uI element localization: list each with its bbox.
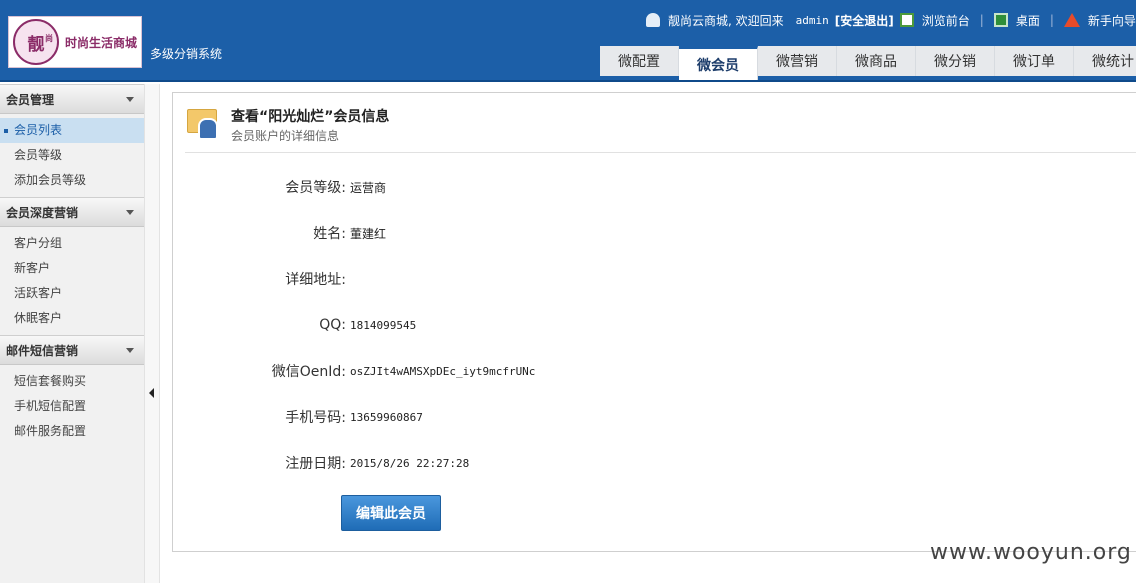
sidebar-group-deep-marketing[interactable]: 会员深度营销 (0, 197, 144, 227)
flag-icon (1063, 13, 1080, 27)
main-tabs: 微配置 微会员 微营销 微商品 微分销 微订单 微统计 (600, 46, 1136, 80)
field-register-date: 注册日期: 2015/8/26 22:27:28 (253, 454, 469, 472)
chevron-down-icon (126, 347, 134, 353)
logo-badge-text: 靓 (27, 34, 45, 55)
sidebar-group-email-sms[interactable]: 邮件短信营销 (0, 335, 144, 365)
chevron-down-icon (126, 96, 134, 102)
logo-badge-icon: 靓 尚 (13, 19, 59, 65)
watermark: www.wooyun.org (930, 540, 1132, 565)
page-title: 查看“阳光灿烂”会员信息 (231, 109, 390, 125)
sidebar-item-member-levels[interactable]: 会员等级 (0, 143, 144, 168)
separator: | (979, 13, 984, 27)
front-link[interactable]: 浏览前台 (922, 12, 970, 29)
desktop-link[interactable]: 桌面 (1016, 12, 1040, 29)
monitor-icon (993, 13, 1008, 27)
app-header: 靓 尚 时尚生活商城 多级分销系统 靓尚云商城, 欢迎回来 admin [安全退… (0, 0, 1136, 82)
field-value: 董建红 (350, 226, 387, 241)
newbie-link[interactable]: 新手向导 (1088, 12, 1136, 29)
folder-user-icon (187, 109, 218, 140)
field-label: 手机号码: (285, 410, 346, 426)
field-value: 运营商 (350, 180, 387, 195)
tab-products[interactable]: 微商品 (837, 46, 916, 76)
tab-distribution[interactable]: 微分销 (916, 46, 995, 76)
field-label: 会员等级: (285, 180, 346, 196)
sidebar-item-sms-config[interactable]: 手机短信配置 (0, 394, 144, 419)
chevron-down-icon (126, 209, 134, 215)
system-subtitle: 多级分销系统 (150, 47, 223, 61)
sidebar-group-title: 邮件短信营销 (6, 343, 79, 358)
sidebar-group-title: 会员管理 (6, 92, 55, 107)
member-detail-panel: 查看“阳光灿烂”会员信息 会员账户的详细信息 会员等级: 运营商 姓名: 董建红… (172, 92, 1136, 552)
edit-member-button[interactable]: 编辑此会员 (341, 495, 441, 531)
sidebar-item-email-config[interactable]: 邮件服务配置 (0, 419, 144, 444)
field-wechat-openid: 微信OenId: osZJIt4wAMSXpDEc_iyt9mcfrUNc (253, 362, 536, 380)
separator: | (1049, 13, 1054, 27)
field-member-level: 会员等级: 运营商 (253, 178, 386, 196)
sidebar-group-member-management[interactable]: 会员管理 (0, 84, 144, 114)
username: admin (795, 13, 829, 27)
page-subtitle: 会员账户的详细信息 (231, 129, 340, 143)
sidebar-item-member-list[interactable]: 会员列表 (0, 118, 144, 143)
field-phone: 手机号码: 13659960867 (253, 408, 423, 426)
sidebar-item-sms-package[interactable]: 短信套餐购买 (0, 369, 144, 394)
tab-orders[interactable]: 微订单 (995, 46, 1074, 76)
field-name: 姓名: 董建红 (253, 224, 386, 242)
tab-stats[interactable]: 微统计 (1074, 46, 1136, 76)
sidebar-item-add-member-level[interactable]: 添加会员等级 (0, 168, 144, 193)
browser-icon (899, 13, 914, 27)
divider (185, 152, 1136, 153)
field-label: 微信OenId: (271, 364, 346, 380)
field-value: osZJIt4wAMSXpDEc_iyt9mcfrUNc (350, 364, 536, 378)
collapse-left-icon[interactable] (149, 388, 154, 398)
sidebar-group-title: 会员深度营销 (6, 205, 79, 220)
field-address: 详细地址: (253, 270, 350, 288)
field-value: 1814099545 (350, 318, 417, 332)
sidebar-item-customer-groups[interactable]: 客户分组 (0, 231, 144, 256)
top-toolbar: 靓尚云商城, 欢迎回来 admin [安全退出] 浏览前台 | 桌面 | 新手向… (646, 11, 1136, 29)
tab-members[interactable]: 微会员 (679, 46, 758, 80)
field-value: 2015/8/26 22:27:28 (350, 456, 470, 470)
field-label: 详细地址: (285, 272, 346, 288)
field-label: QQ: (319, 317, 346, 333)
sidebar-collapse-bar[interactable] (145, 84, 160, 583)
logo[interactable]: 靓 尚 时尚生活商城 (8, 16, 142, 68)
tab-config[interactable]: 微配置 (600, 46, 679, 76)
sidebar: 会员管理 会员列表 会员等级 添加会员等级 会员深度营销 客户分组 新客户 活跃… (0, 84, 145, 583)
user-icon (646, 13, 660, 27)
logo-text: 时尚生活商城 (65, 35, 138, 50)
field-label: 注册日期: (285, 456, 346, 472)
sidebar-item-dormant-customers[interactable]: 休眠客户 (0, 306, 144, 331)
logout-link[interactable]: [安全退出] (835, 12, 894, 29)
field-qq: QQ: 1814099545 (253, 316, 416, 334)
tab-marketing[interactable]: 微营销 (758, 46, 837, 76)
field-label: 姓名: (313, 226, 346, 242)
welcome-text: 靓尚云商城, 欢迎回来 (668, 13, 784, 28)
sidebar-item-active-customers[interactable]: 活跃客户 (0, 281, 144, 306)
field-value: 13659960867 (350, 410, 423, 424)
logo-badge-small: 尚 (45, 34, 53, 43)
sidebar-item-new-customers[interactable]: 新客户 (0, 256, 144, 281)
